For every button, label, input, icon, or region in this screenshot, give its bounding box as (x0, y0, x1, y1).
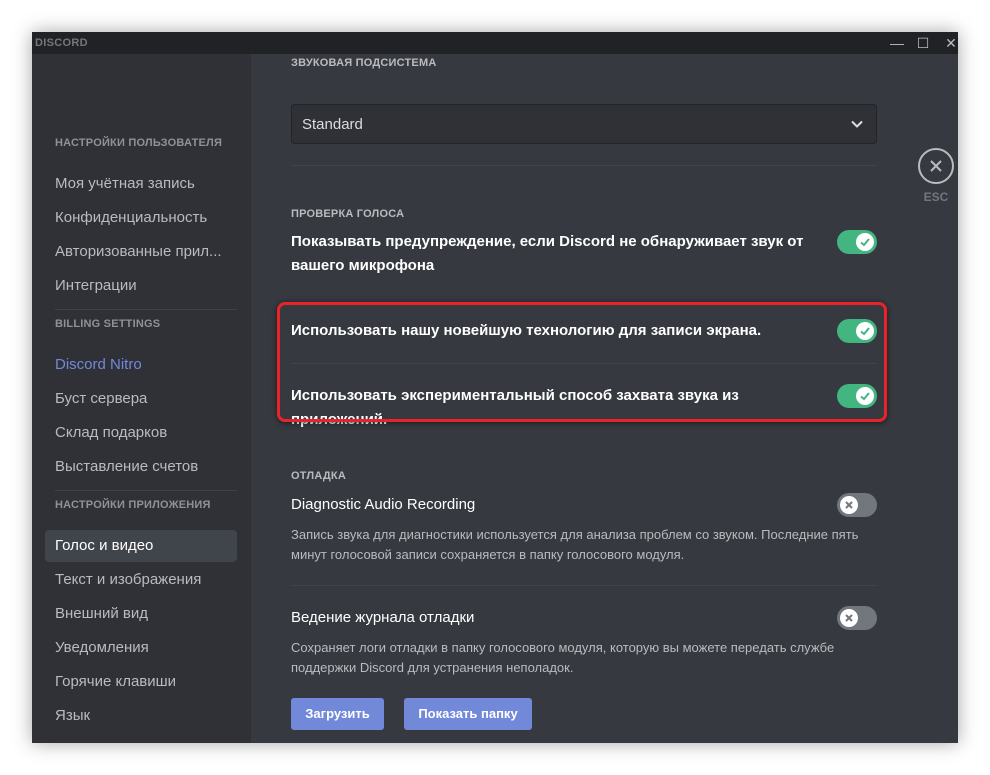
check-icon (860, 238, 870, 247)
setting-divider (291, 585, 877, 586)
close-settings-button[interactable] (918, 148, 954, 184)
x-icon (845, 501, 853, 509)
app-settings-header: НАСТРОЙКИ ПРИЛОЖЕНИЯ (55, 499, 211, 511)
voice-check-title: ПРОВЕРКА ГОЛОСА (291, 208, 405, 220)
sidebar-item-appearance[interactable]: Внешний вид (45, 598, 237, 630)
mic-warning-label: Показывать предупреждение, если Discord … (291, 233, 804, 274)
sidebar-divider (55, 490, 237, 491)
discord-window: DISCORD — ☐ ✕ НАСТРОЙКИ ПОЛЬЗОВАТЕЛЯ Моя… (32, 32, 958, 743)
sidebar-item-privacy[interactable]: Конфиденциальность (45, 202, 237, 234)
maximize-button[interactable]: ☐ (908, 32, 938, 54)
billing-settings-header: BILLING SETTINGS (55, 318, 161, 330)
debug-title: ОТЛАДКА (291, 470, 346, 482)
diagnostic-audio-note: Запись звука для диагностики используетс… (291, 527, 859, 562)
diagnostic-audio-recording-label: Diagnostic Audio Recording (291, 496, 476, 513)
debug-logging-note: Сохраняет логи отладки в папку голосовог… (291, 640, 835, 675)
title-bar: DISCORD — ☐ ✕ (32, 32, 958, 54)
audio-subsystem-title: ЗВУКОВАЯ ПОДСИСТЕМА (291, 57, 437, 69)
audio-subsystem-value: Standard (302, 116, 363, 133)
toggle-knob (856, 233, 874, 251)
esc-label: ESC (923, 190, 949, 204)
x-icon (845, 614, 853, 622)
chevron-down-icon (851, 120, 863, 128)
sidebar-item-my-account[interactable]: Моя учётная запись (45, 168, 237, 200)
sidebar-item-integrations[interactable]: Интеграции (45, 270, 237, 302)
sidebar-item-language[interactable]: Язык (45, 700, 237, 732)
sidebar-item-text-images[interactable]: Текст и изображения (45, 564, 237, 596)
settings-sidebar: НАСТРОЙКИ ПОЛЬЗОВАТЕЛЯ Моя учётная запис… (32, 54, 251, 743)
upload-logs-button[interactable]: Загрузить (291, 698, 384, 730)
sidebar-item-notifications[interactable]: Уведомления (45, 632, 237, 664)
toggle-knob (840, 609, 858, 627)
user-settings-header: НАСТРОЙКИ ПОЛЬЗОВАТЕЛЯ (55, 137, 223, 149)
toggle-knob (840, 496, 858, 514)
close-window-button[interactable]: ✕ (936, 32, 958, 54)
sidebar-item-gift-inventory[interactable]: Склад подарков (45, 417, 237, 449)
highlight-annotation (277, 302, 887, 422)
diagnostic-audio-recording-toggle[interactable] (837, 493, 877, 517)
debug-logging-label: Ведение журнала отладки (291, 609, 475, 626)
app-brand: DISCORD (35, 37, 88, 49)
show-folder-button[interactable]: Показать папку (404, 698, 532, 730)
mic-warning-toggle[interactable] (837, 230, 877, 254)
sidebar-item-discord-nitro[interactable]: Discord Nitro (45, 349, 237, 381)
sidebar-item-billing[interactable]: Выставление счетов (45, 451, 237, 483)
section-divider (291, 165, 877, 166)
sidebar-item-authorized-apps[interactable]: Авторизованные прил... (45, 236, 237, 268)
sidebar-item-keybinds[interactable]: Горячие клавиши (45, 666, 237, 698)
sidebar-item-windows-settings[interactable]: Настройки Windows (45, 734, 237, 743)
settings-content: ЗВУКОВАЯ ПОДСИСТЕМА Standard ПРОВЕРКА ГО… (251, 54, 958, 743)
close-icon (930, 160, 942, 172)
sidebar-item-voice-video[interactable]: Голос и видео (45, 530, 237, 562)
sidebar-item-server-boost[interactable]: Буст сервера (45, 383, 237, 415)
audio-subsystem-select[interactable]: Standard (291, 104, 877, 144)
debug-logging-toggle[interactable] (837, 606, 877, 630)
sidebar-divider (55, 309, 237, 310)
